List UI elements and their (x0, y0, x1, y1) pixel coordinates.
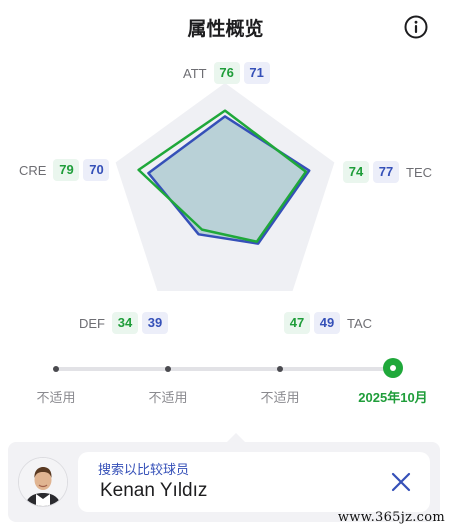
stat-att-blue: 71 (243, 62, 270, 84)
timeline-label-active: 2025年10月 (358, 390, 428, 405)
stat-def-green: 34 (112, 312, 138, 334)
timeline-track (56, 367, 394, 371)
timeline-point-3[interactable] (277, 366, 283, 372)
stat-att: ATT 76 71 (180, 62, 270, 84)
stat-tac-green: 47 (284, 312, 310, 334)
timeline-point-2[interactable] (165, 366, 171, 372)
watermark: www.365jz.com (337, 510, 445, 525)
stat-def-blue: 39 (142, 312, 168, 334)
search-input[interactable]: Kenan Yıldız (100, 480, 207, 502)
stat-tac: 47 49 TAC (284, 312, 375, 334)
timeline-label-2: 不适用 (148, 390, 188, 405)
stat-tec-green: 74 (343, 161, 369, 183)
timeline-label-1: 不适用 (36, 390, 76, 405)
stat-tec-blue: 77 (373, 161, 399, 183)
player-avatar (18, 457, 68, 507)
stat-cre: CRE 79 70 (16, 159, 110, 181)
close-icon[interactable] (390, 471, 412, 493)
stat-cre-blue: 70 (83, 159, 110, 181)
stat-tac-blue: 49 (314, 312, 340, 334)
search-label: 搜索以比较球员 (98, 463, 190, 478)
stat-name-def: DEF (79, 315, 105, 331)
stat-def: DEF 34 39 (76, 312, 168, 334)
stat-name-tec: TEC (406, 164, 432, 180)
stat-name-cre: CRE (19, 162, 47, 178)
stat-cre-green: 79 (53, 159, 80, 181)
stat-name-tac: TAC (347, 315, 373, 331)
timeline-point-1[interactable] (53, 366, 59, 372)
stat-tec: 74 77 TEC (343, 161, 435, 183)
panel-caret (227, 433, 245, 442)
timeline-label-3: 不适用 (260, 390, 300, 405)
stat-name-att: ATT (183, 65, 207, 81)
stat-att-green: 76 (213, 62, 240, 84)
timeline-point-active[interactable] (383, 358, 403, 378)
